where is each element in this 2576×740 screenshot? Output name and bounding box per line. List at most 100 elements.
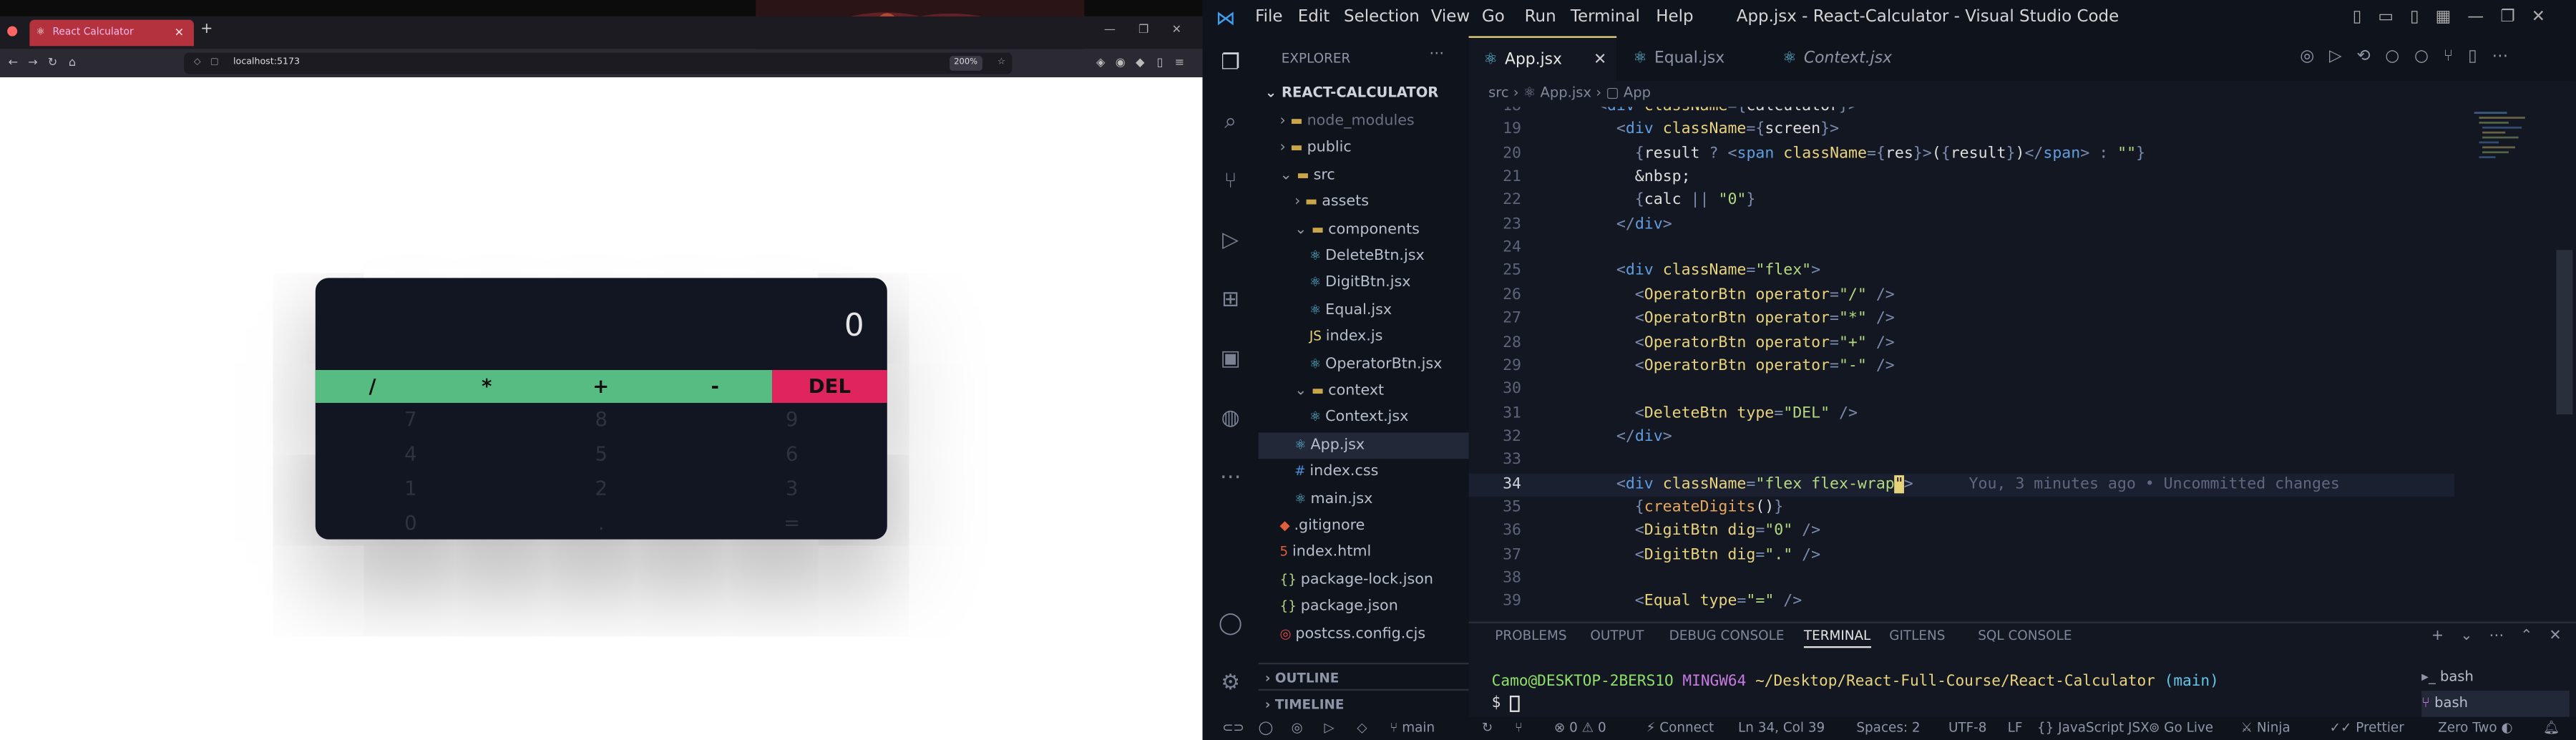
prettier-status[interactable]: ✓✓ Prettier: [2330, 717, 2404, 740]
project-root[interactable]: ⌄ REACT-CALCULATOR: [1265, 85, 1439, 102]
menu-go[interactable]: Go: [1482, 0, 1505, 36]
breadcrumb-file[interactable]: App.jsx: [1541, 85, 1591, 102]
menu-file[interactable]: File: [1255, 0, 1282, 36]
split-editor-icon[interactable]: ▯: [2468, 48, 2477, 66]
source-control-icon[interactable]: ⑂: [1217, 170, 1244, 196]
operator-multiply-button[interactable]: *: [429, 370, 544, 403]
remote-icon[interactable]: ⊂⊃: [1222, 717, 1244, 740]
firefox-icon[interactable]: ●: [6, 23, 18, 38]
home-icon[interactable]: ⌂: [62, 49, 82, 77]
url-bar[interactable]: ◇ ▢ localhost:5173 200% ☆: [184, 52, 1013, 74]
tree-item[interactable]: ⚛ DigitBtn.jsx: [1259, 271, 1469, 298]
copilot-status-icon[interactable]: ◎: [1292, 717, 1303, 740]
tab-equal-jsx[interactable]: ⚛ Equal.jsx: [1618, 36, 1766, 81]
code-editor[interactable]: 18 <div className={calculator}> 19 <div …: [1468, 107, 2576, 621]
panel-tab-debug-console[interactable]: DEBUG CONSOLE: [1669, 628, 1785, 643]
digit-button[interactable]: 0: [316, 507, 506, 540]
notifications-icon[interactable]: 🔔︎: [2543, 717, 2560, 740]
close-tab-icon[interactable]: ✕: [175, 20, 184, 47]
indentation[interactable]: Spaces: 2: [1856, 717, 1920, 740]
digit-button[interactable]: 6: [696, 437, 887, 472]
menu-run[interactable]: Run: [1525, 0, 1556, 36]
tree-item[interactable]: {} package-lock.json: [1259, 567, 1469, 594]
go-live[interactable]: ⊚ Go Live: [2149, 717, 2213, 740]
settings-gear-icon[interactable]: ⚙: [1217, 671, 1244, 698]
tab-context-jsx[interactable]: ⚛ Context.jsx: [1767, 36, 1932, 81]
digit-button[interactable]: 1: [316, 472, 506, 506]
remote-explorer-icon[interactable]: ▣: [1217, 347, 1244, 374]
menu-selection[interactable]: Selection: [1344, 0, 1420, 36]
extensions-icon[interactable]: ⊞: [1217, 288, 1244, 314]
panel-tab-sql-console[interactable]: SQL CONSOLE: [1978, 628, 2072, 643]
maximize-icon[interactable]: ❐: [2500, 8, 2515, 26]
tree-item[interactable]: ⌄ ▬ src: [1259, 162, 1469, 190]
tree-item[interactable]: ⌄ ▬ components: [1259, 216, 1469, 243]
panel-more-icon[interactable]: ⋯: [2489, 628, 2504, 645]
database-icon[interactable]: ◍: [1217, 406, 1244, 433]
tree-item[interactable]: JS index.js: [1259, 324, 1469, 351]
new-tab-button[interactable]: +: [200, 21, 213, 38]
tree-item[interactable]: ⚛ main.jsx: [1259, 486, 1469, 513]
more-icon[interactable]: ⋯: [1217, 465, 1244, 492]
encoding[interactable]: UTF-8: [1948, 717, 1987, 740]
bookmarks-icon[interactable]: ▯: [1150, 49, 1170, 77]
bookmark-star-icon[interactable]: ☆: [997, 53, 1005, 74]
reload-icon[interactable]: ↻: [43, 49, 63, 77]
tree-item[interactable]: {} package.json: [1259, 594, 1469, 621]
close-panel-icon[interactable]: ✕: [2549, 628, 2561, 645]
language-mode[interactable]: {} JavaScript JSX: [2037, 717, 2150, 740]
tab-app-jsx[interactable]: ⚛ App.jsx ✕: [1468, 36, 1617, 81]
terminal-instance-active[interactable]: ⑂ bash: [2421, 691, 2570, 717]
menu-icon[interactable]: ≡: [1170, 49, 1190, 77]
tree-item[interactable]: ⚛ Equal.jsx: [1259, 297, 1469, 324]
editor-more-icon[interactable]: ⋯: [2492, 48, 2508, 66]
digit-button[interactable]: =: [696, 507, 887, 540]
minimize-icon[interactable]: —: [1104, 23, 1116, 36]
tree-item[interactable]: ⚛ DeleteBtn.jsx: [1259, 243, 1469, 271]
maximize-panel-icon[interactable]: ⌃: [2520, 628, 2532, 645]
close-window-icon[interactable]: ✕: [1172, 23, 1181, 36]
minimize-icon[interactable]: —: [2467, 8, 2484, 26]
tree-item[interactable]: # index.css: [1259, 459, 1469, 487]
operator-divide-button[interactable]: /: [316, 370, 430, 403]
ports-icon[interactable]: ◇: [1357, 717, 1367, 740]
digit-button[interactable]: 3: [696, 472, 887, 506]
breadcrumb-src[interactable]: src: [1488, 85, 1509, 102]
terminal-dropdown-icon[interactable]: ⌄: [2460, 628, 2472, 645]
timeline-section[interactable]: › TIMELINE: [1258, 688, 1469, 719]
copilot-icon[interactable]: ◎: [2300, 48, 2314, 66]
terminal-output[interactable]: Camo@DESKTOP-2BERS1O MINGW64 ~/Desktop/R…: [1492, 673, 2219, 691]
account-status-icon[interactable]: ◯: [1259, 717, 1274, 740]
panel-tab-gitlens[interactable]: GITLENS: [1889, 628, 1945, 643]
theme-status[interactable]: Zero Two ◐: [2438, 717, 2512, 740]
digit-button[interactable]: 4: [316, 437, 506, 472]
digit-button[interactable]: 2: [506, 472, 696, 506]
digit-button[interactable]: .: [506, 507, 696, 540]
breadcrumb-symbol[interactable]: App: [1624, 85, 1651, 102]
next-change-icon[interactable]: ○: [2414, 48, 2429, 66]
tree-item[interactable]: ⚛ OperatorBtn.jsx: [1259, 351, 1469, 379]
digit-button[interactable]: 5: [506, 437, 696, 472]
forward-icon[interactable]: →: [23, 49, 43, 77]
menu-edit[interactable]: Edit: [1298, 0, 1330, 36]
digit-button[interactable]: 9: [696, 403, 887, 437]
outline-section[interactable]: › OUTLINE: [1258, 663, 1469, 692]
panel-tab-output[interactable]: OUTPUT: [1590, 628, 1644, 643]
zoom-level[interactable]: 200%: [949, 56, 982, 71]
layout-icon[interactable]: ▦: [2436, 8, 2451, 26]
browser-tab[interactable]: ⚛ React Calculator ✕: [29, 19, 194, 47]
explorer-more-icon[interactable]: ⋯: [1429, 46, 1444, 62]
tree-item[interactable]: › ▬ assets: [1259, 190, 1469, 217]
search-icon[interactable]: ⌕: [1217, 110, 1244, 137]
digit-button[interactable]: 7: [316, 403, 506, 437]
tree-item[interactable]: ◎ postcss.config.cjs: [1259, 621, 1469, 648]
terminal-prompt-line[interactable]: $: [1492, 694, 1520, 712]
tree-item[interactable]: ◆ .gitignore: [1259, 513, 1469, 540]
new-terminal-icon[interactable]: +: [2431, 628, 2444, 645]
editor-scrollbar[interactable]: [2556, 250, 2573, 415]
account-icon[interactable]: ◉: [1111, 49, 1131, 77]
tree-item[interactable]: ⚛ App.jsx: [1258, 432, 1469, 459]
operator-subtract-button[interactable]: -: [658, 370, 773, 403]
problems-status[interactable]: ⊗ 0 ⚠ 0: [1554, 717, 1606, 740]
tree-item[interactable]: 5 index.html: [1259, 540, 1469, 568]
